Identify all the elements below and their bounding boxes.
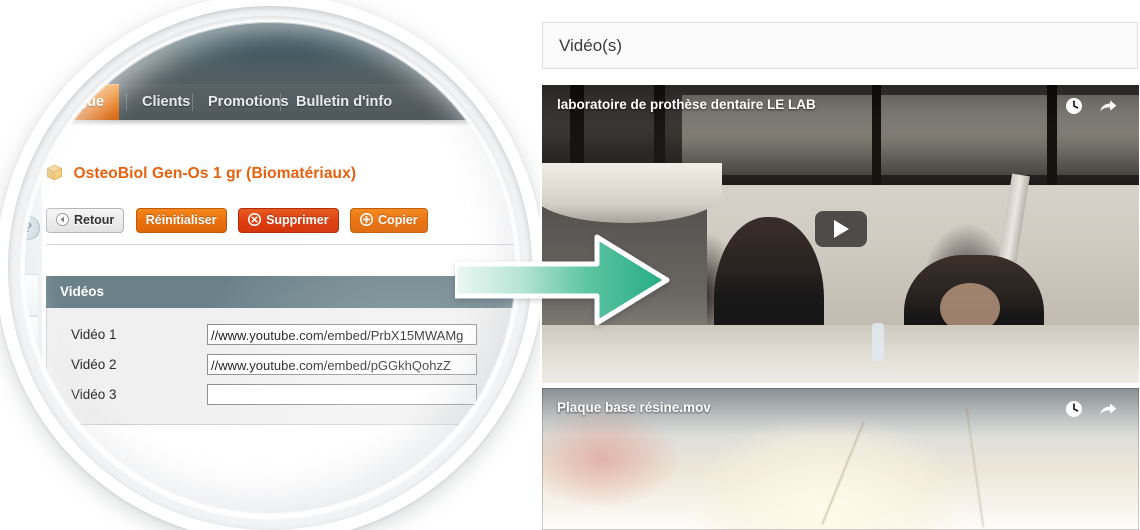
app-content-area: OsteoBiol Gen-Os 1 gr (Biomatériaux) Ret… (42, 126, 516, 514)
right-arrow-annotation (452, 231, 670, 329)
video-1-actions (1063, 95, 1125, 117)
video-2-actions (1063, 398, 1125, 420)
action-button-row: Retour Réinitialiser Supprimer Copier (46, 208, 435, 233)
retour-button-label: Retour (74, 213, 115, 227)
lens-viewport: Catalogue Clients Promotions Bulletin d'… (24, 22, 516, 514)
watch-later-clock-icon[interactable] (1063, 398, 1085, 420)
video-1-title[interactable]: laboratoire de prothèse dentaire LE LAB (557, 97, 816, 112)
thumb-decor (821, 421, 865, 525)
video-1-input[interactable]: //www.youtube.com/embed/PrbX15MWAMg (207, 324, 477, 346)
video-1-label: Vidéo 1 (71, 327, 117, 342)
magnified-app-screenshot: Catalogue Clients Promotions Bulletin d'… (24, 22, 516, 514)
video-2-label: Vidéo 2 (71, 357, 117, 372)
copier-button[interactable]: Copier (350, 208, 428, 233)
reinitialiser-button[interactable]: Réinitialiser (135, 208, 227, 233)
video-2-title[interactable]: Plaque base résine.mov (557, 400, 711, 415)
supprimer-button[interactable]: Supprimer (238, 208, 339, 233)
share-arrow-icon[interactable] (1097, 95, 1119, 117)
side-dotted-rule (24, 426, 36, 429)
videos-fieldset: Vidéos Vidéo 1 //www.youtube.com/embed/Pr… (46, 276, 516, 425)
side-dotted-rule (24, 378, 36, 381)
side-block (24, 274, 38, 316)
page-title: OsteoBiol Gen-Os 1 gr (Biomatériaux) (73, 165, 357, 182)
form-row: Vidéo 1 //www.youtube.com/embed/PrbX15MWA… (47, 320, 515, 350)
app-tab-bar: Catalogue Clients Promotions Bulletin d'… (24, 84, 516, 120)
video-3-label: Vidéo 3 (71, 387, 117, 402)
reinitialiser-button-label: Réinitialiser (145, 213, 217, 227)
supprimer-button-label: Supprimer (266, 213, 329, 227)
form-row: Vidéo 2 //www.youtube.com/embed/pGGkhQohz… (47, 350, 515, 380)
thumb-decor (542, 325, 1139, 383)
page-title-row: OsteoBiol Gen-Os 1 gr (Biomatériaux) (46, 164, 356, 183)
app-side-strip: ? (24, 126, 43, 514)
tab-bulletin-info[interactable]: Bulletin d'info (281, 84, 407, 120)
video-3-input[interactable] (207, 384, 477, 406)
form-row: Vidéo 3 (47, 380, 515, 410)
videos-panel-title: Vidéo(s) (559, 36, 622, 55)
watch-later-clock-icon[interactable] (1063, 95, 1085, 117)
tab-catalogue[interactable]: Catalogue (24, 84, 120, 120)
videos-fieldset-body: Vidéo 1 //www.youtube.com/embed/PrbX15MWA… (46, 308, 516, 425)
copier-button-label: Copier (378, 213, 418, 227)
box-icon (46, 164, 63, 181)
help-circle-icon[interactable]: ? (24, 216, 40, 240)
delete-cross-icon (248, 211, 262, 233)
side-block (24, 316, 38, 358)
share-arrow-icon[interactable] (1097, 398, 1119, 420)
divider (46, 244, 516, 245)
video-2-input[interactable]: //www.youtube.com/embed/pGGkhQohzZ (207, 354, 477, 376)
back-arrow-icon (56, 211, 69, 233)
play-button-icon[interactable] (815, 211, 867, 247)
thumb-decor (872, 323, 884, 361)
plus-circle-icon (359, 211, 374, 233)
side-dotted-rule (24, 402, 36, 405)
videos-fieldset-legend: Vidéos (46, 276, 516, 308)
play-triangle (834, 220, 849, 238)
retour-button[interactable]: Retour (46, 208, 125, 233)
videos-panel-header: Vidéo(s) (542, 22, 1138, 69)
video-thumbnail-card[interactable]: Plaque base résine.mov (542, 388, 1139, 530)
